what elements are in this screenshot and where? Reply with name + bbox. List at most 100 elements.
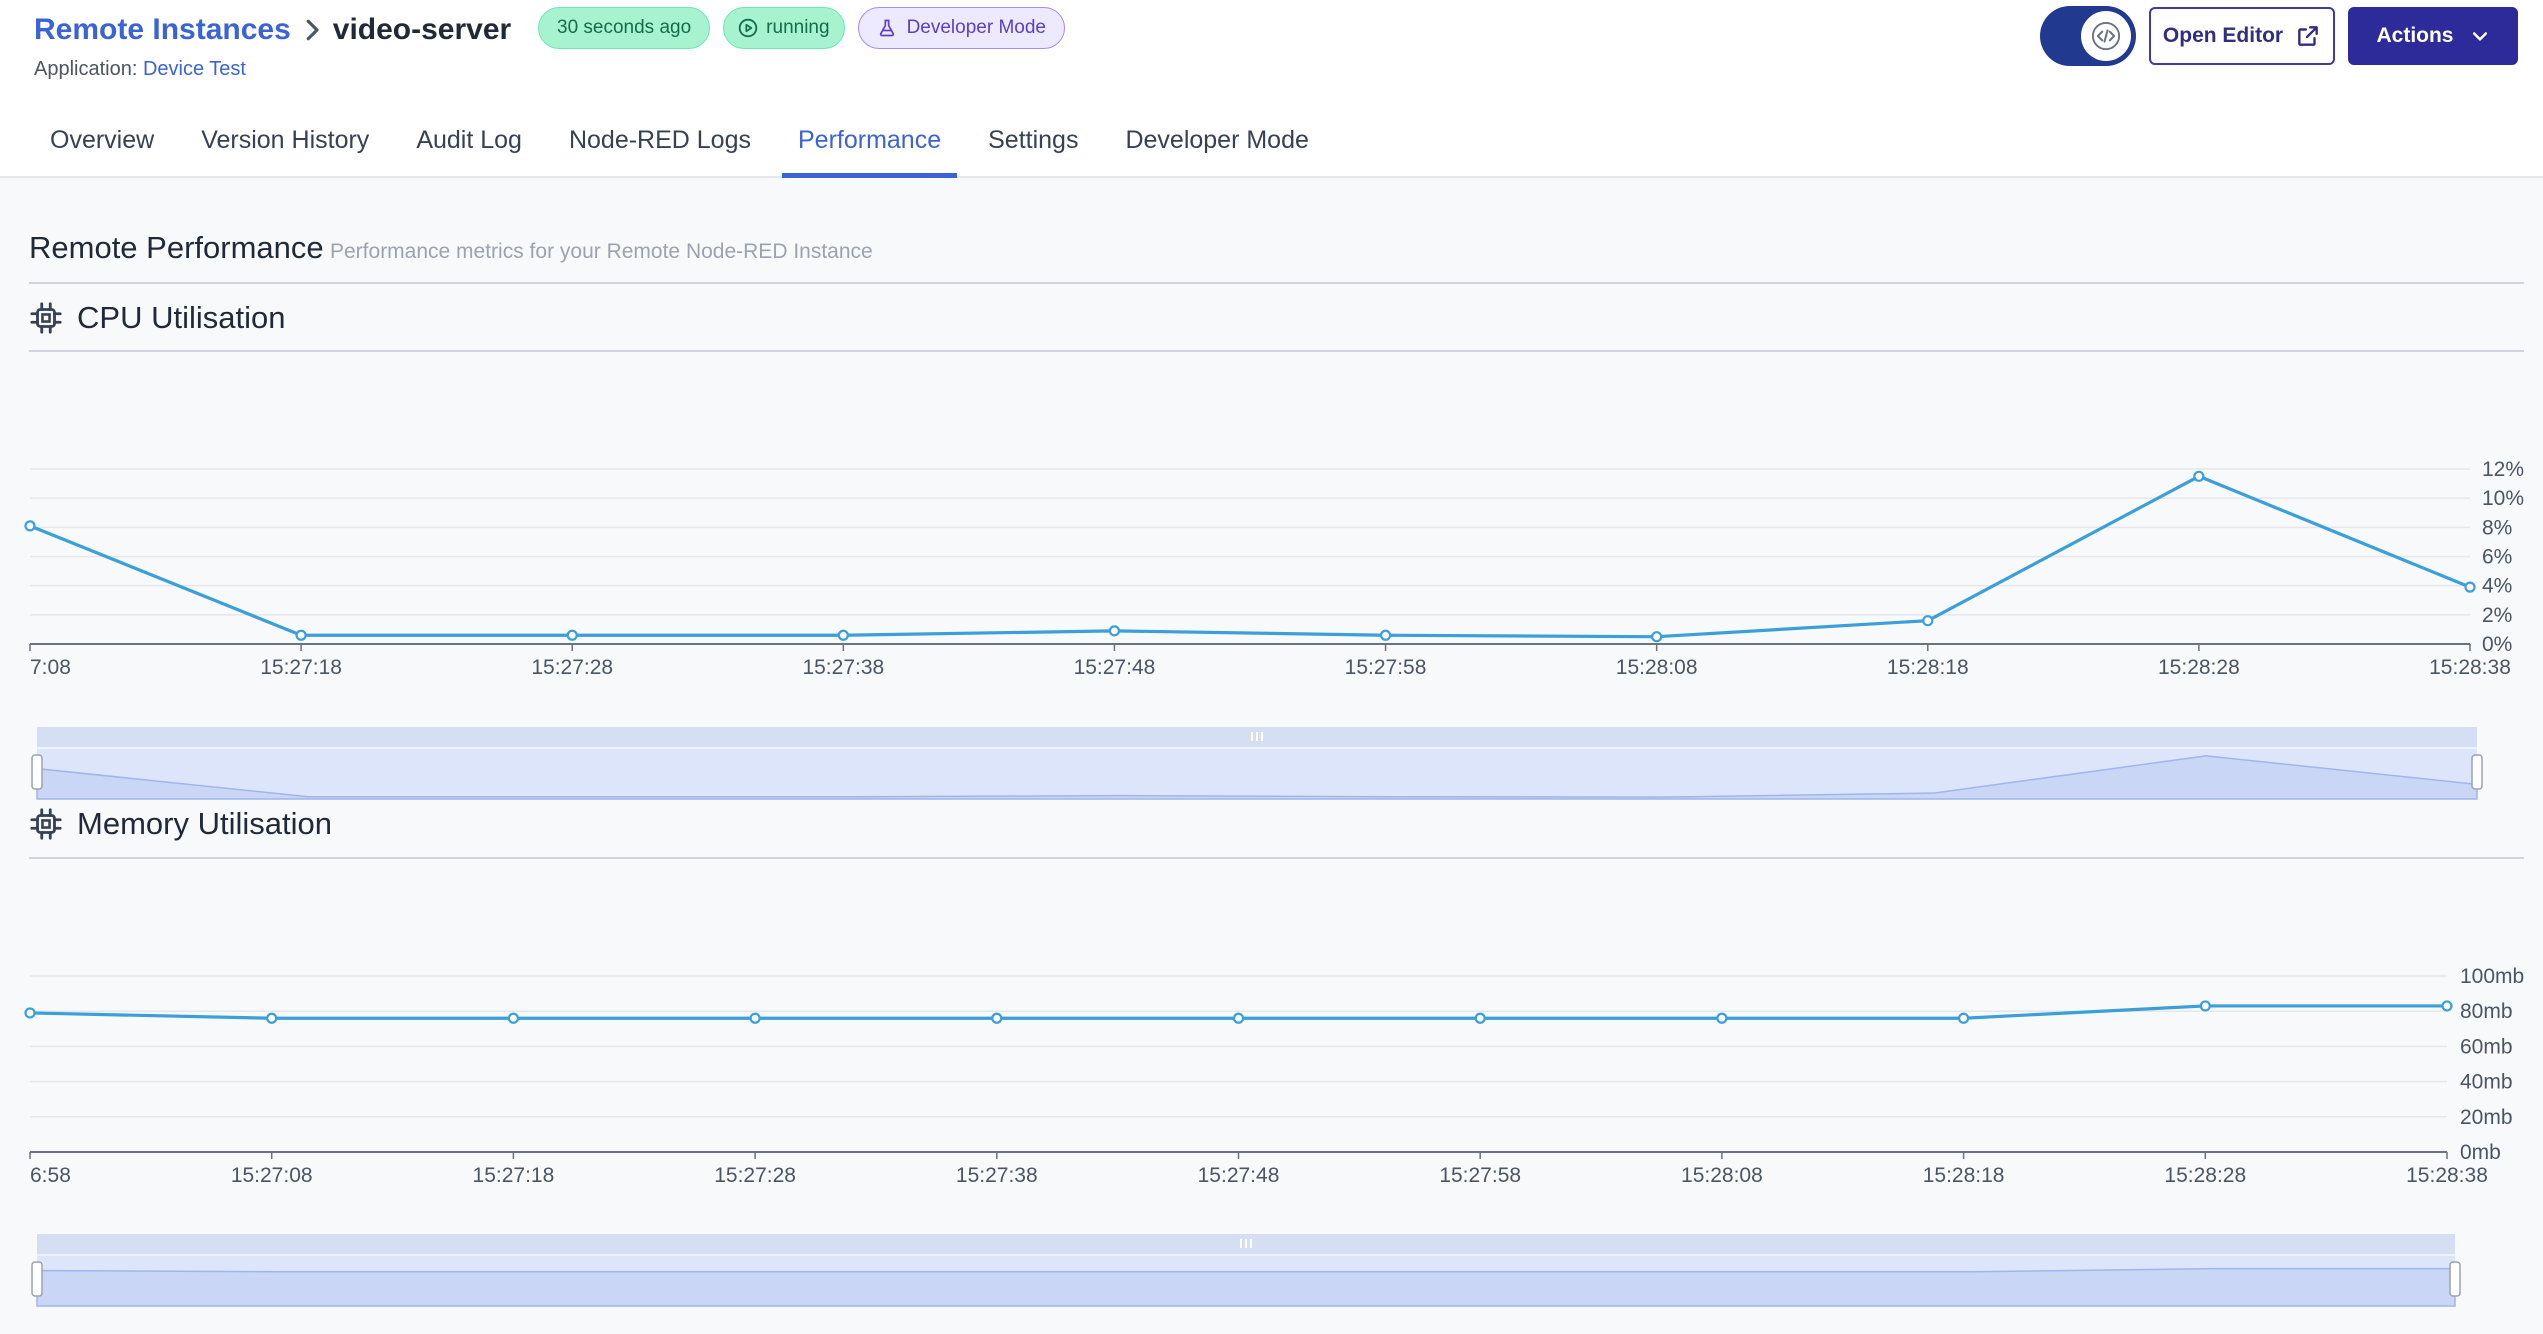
x-tick-label: 15:27:28 <box>714 1164 796 1187</box>
open-editor-button[interactable]: Open Editor <box>2149 7 2335 65</box>
data-point <box>1651 631 1663 643</box>
x-tick-label: 15:27:38 <box>802 656 884 679</box>
x-tick-label: 15:28:18 <box>1887 656 1969 679</box>
y-tick-label: 4% <box>2482 575 2512 598</box>
y-tick-label: 0% <box>2482 633 2512 656</box>
breadcrumb: Remote Instances video-server <box>34 10 511 50</box>
cpu-utilisation-chart: 0% 2% 4% 6% 8% 10% 12% 7:08 15:27:18 15:27:28 15:2… <box>24 458 2524 800</box>
x-tick-label: 15:27:08 <box>231 1164 313 1187</box>
status-badge-label: running <box>766 17 830 38</box>
tab-performance[interactable]: Performance <box>781 118 958 178</box>
x-tick-label: 15:27:38 <box>956 1164 1038 1187</box>
x-tick-label: 7:08 <box>30 656 71 679</box>
data-point <box>24 520 36 532</box>
tab-settings[interactable]: Settings <box>972 118 1094 178</box>
data-point <box>24 1007 36 1019</box>
data-point <box>749 1012 761 1024</box>
memory-utilisation-chart: 0mb 20mb 40mb 60mb 80mb 100mb 6:58 15:27:08 15:2… <box>24 965 2524 1307</box>
data-point <box>507 1012 520 1024</box>
data-point <box>2441 1000 2453 1012</box>
y-tick-label: 20mb <box>2460 1106 2513 1129</box>
x-tick-label: 15:28:28 <box>2164 1164 2246 1187</box>
section-subtitle: Performance metrics for your Remote Node… <box>330 240 873 263</box>
data-point <box>1716 1012 1728 1024</box>
data-point <box>2193 470 2205 482</box>
x-tick-label: 15:28:18 <box>1923 1164 2005 1187</box>
y-tick-label: 2% <box>2482 604 2512 627</box>
external-link-icon <box>2298 26 2318 46</box>
memory-chart-header: Memory Utilisation <box>29 804 332 844</box>
data-point <box>1108 625 1121 637</box>
x-tick-label: 15:27:28 <box>531 656 613 679</box>
toggle-knob <box>2081 11 2131 61</box>
play-circle-icon <box>738 18 758 38</box>
zoom-slider-range-handle <box>31 754 43 790</box>
last-seen-badge: 30 seconds ago <box>538 7 711 49</box>
tab-node-red-logs[interactable]: Node-RED Logs <box>553 118 767 178</box>
data-point <box>1922 615 1934 627</box>
x-tick-label: 15:28:38 <box>2429 656 2511 679</box>
status-badge: running <box>723 7 845 49</box>
open-editor-label: Open Editor <box>2162 24 2284 47</box>
instance-header: Remote Instances video-server 30 seconds… <box>0 0 2543 178</box>
code-icon <box>2091 21 2121 51</box>
zoom-slider-range-handle <box>2471 754 2483 790</box>
chevron-right-icon <box>306 19 319 41</box>
memory-chart-divider <box>29 857 2524 859</box>
status-badges: 30 seconds ago running Developer Mode <box>538 7 1065 49</box>
application-label: Application: <box>34 58 138 80</box>
data-point <box>837 629 849 641</box>
data-point <box>1232 1012 1245 1024</box>
flask-icon <box>879 19 894 37</box>
y-tick-label: 100mb <box>2460 965 2524 988</box>
data-point <box>266 1012 278 1024</box>
y-tick-label: 60mb <box>2460 1035 2513 1058</box>
x-tick-label: 15:27:58 <box>1345 656 1427 679</box>
x-tick-label: 6:58 <box>30 1164 71 1187</box>
developer-mode-badge-label: Developer Mode <box>906 17 1046 38</box>
x-tick-label: 15:28:08 <box>1616 656 1698 679</box>
tab-bar: Overview Version History Audit Log Node-… <box>34 118 1340 178</box>
y-tick-label: 80mb <box>2460 1000 2513 1023</box>
data-point <box>991 1012 1003 1024</box>
tab-developer-mode[interactable]: Developer Mode <box>1109 118 1324 178</box>
breadcrumb-remote-instances-link[interactable]: Remote Instances <box>34 13 291 47</box>
page-title: video-server <box>332 13 512 46</box>
x-tick-label: 15:27:48 <box>1198 1164 1280 1187</box>
y-tick-label: 40mb <box>2460 1071 2513 1094</box>
data-point <box>1379 629 1392 641</box>
tab-version-history[interactable]: Version History <box>185 118 385 178</box>
cpu-chart-header: CPU Utilisation <box>29 298 285 338</box>
y-tick-label: 8% <box>2482 516 2512 539</box>
application-link[interactable]: Device Test <box>143 58 246 80</box>
data-point <box>566 629 578 641</box>
section-title: Remote Performance <box>29 230 324 265</box>
tab-overview[interactable]: Overview <box>34 118 170 178</box>
x-tick-label: 15:28:28 <box>2158 656 2240 679</box>
actions-button[interactable]: Actions <box>2348 7 2518 65</box>
cpu-chip-icon <box>30 808 62 840</box>
zoom-slider-range-handle <box>31 1261 43 1297</box>
y-tick-label: 10% <box>2482 487 2524 510</box>
y-tick-label: 6% <box>2482 546 2512 569</box>
data-point <box>2199 1000 2211 1012</box>
zoom-slider-preview <box>36 1267 2456 1307</box>
x-tick-label: 15:28:38 <box>2406 1164 2488 1187</box>
chevron-down-icon <box>2472 32 2487 41</box>
y-tick-label: 0mb <box>2460 1141 2501 1164</box>
x-tick-label: 15:27:18 <box>473 1164 555 1187</box>
application-line: Application: Device Test <box>34 58 246 81</box>
section-divider <box>29 282 2524 284</box>
memory-chart-title: Memory Utilisation <box>77 806 332 841</box>
tab-audit-log[interactable]: Audit Log <box>400 118 538 178</box>
data-point <box>1957 1012 1970 1024</box>
y-tick-label: 12% <box>2482 458 2524 481</box>
cpu-chart-divider <box>29 350 2524 352</box>
data-point <box>1474 1012 1486 1024</box>
x-tick-label: 15:27:58 <box>1439 1164 1521 1187</box>
data-point <box>295 629 307 641</box>
zoom-slider-range-handle <box>2449 1261 2461 1297</box>
developer-mode-toggle[interactable] <box>2040 6 2136 66</box>
cpu-chip-icon <box>30 302 62 334</box>
x-tick-label: 15:28:08 <box>1681 1164 1763 1187</box>
